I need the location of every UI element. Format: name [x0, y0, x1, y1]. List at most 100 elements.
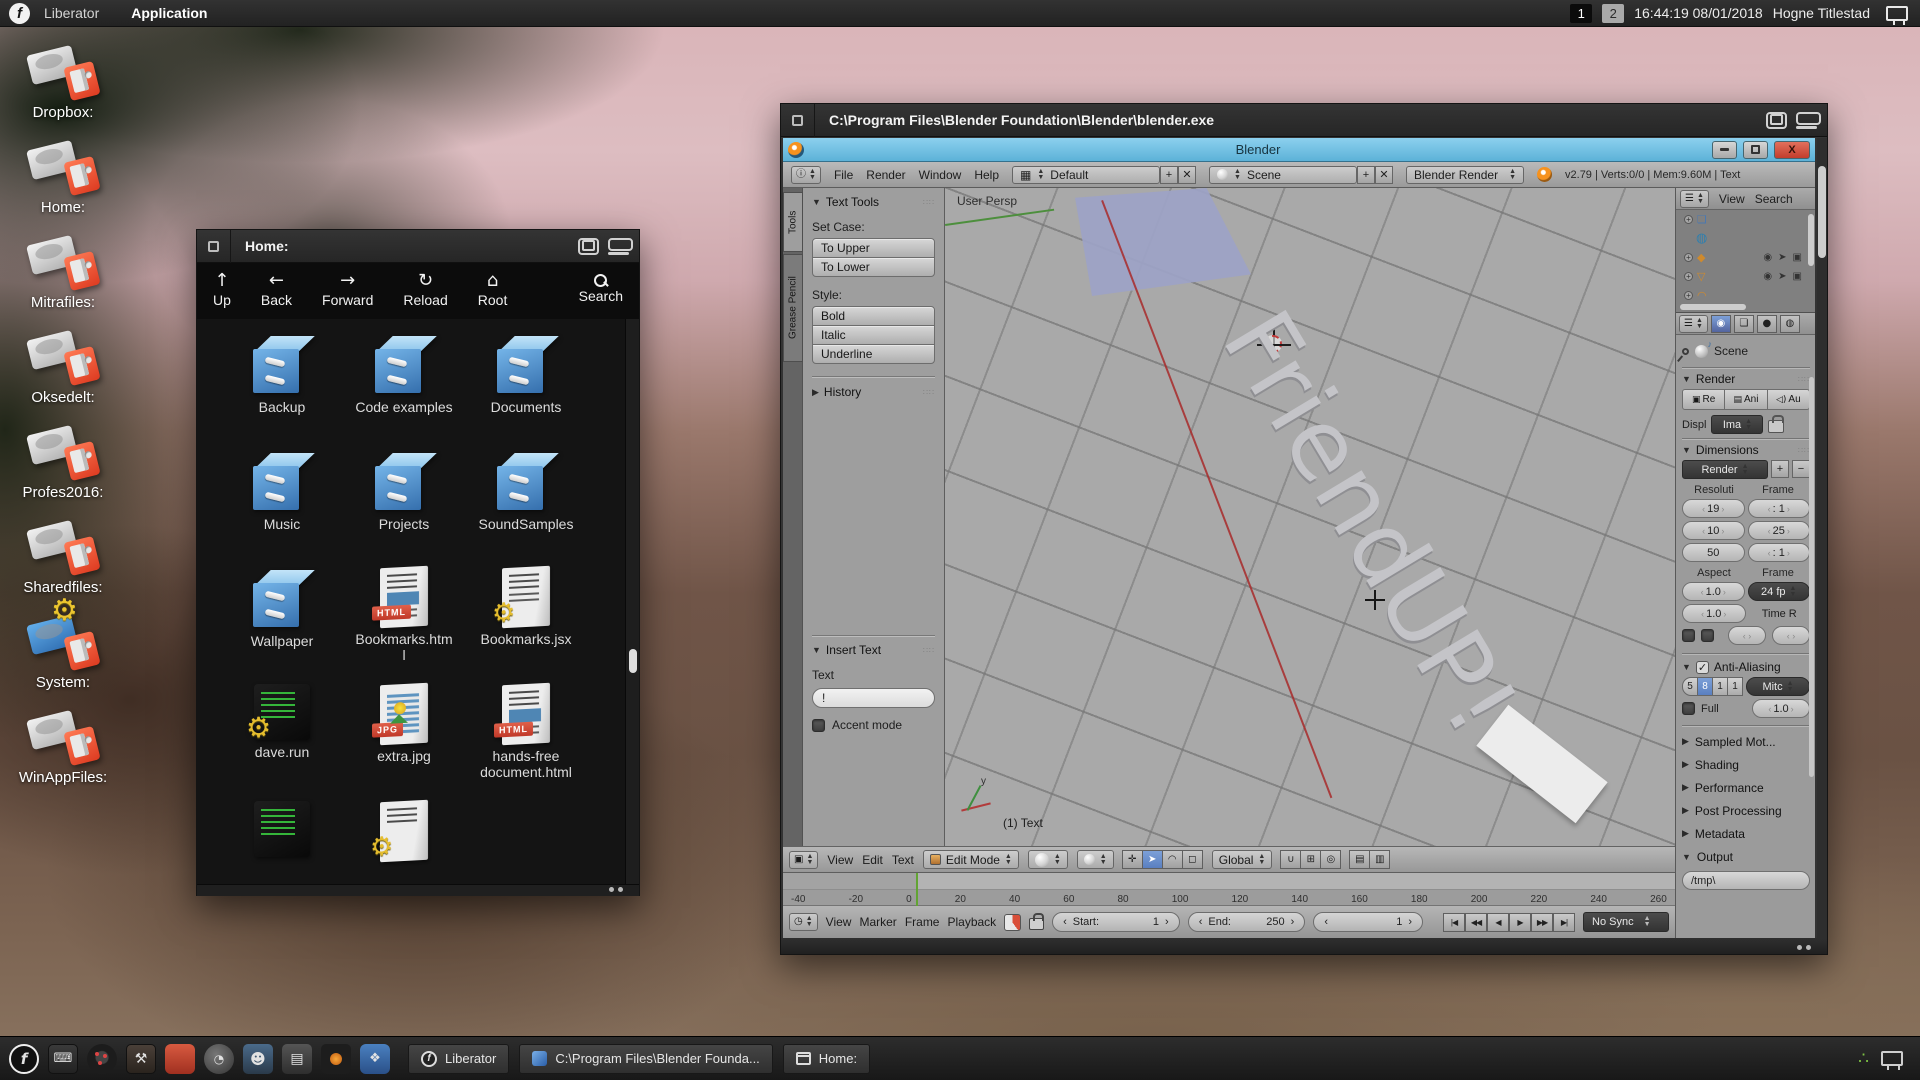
playhead[interactable] [916, 873, 918, 906]
expand-icon[interactable]: + [1684, 272, 1693, 281]
remove-preset-button[interactable]: − [1792, 460, 1810, 478]
blender-titlebar[interactable]: C:\Program Files\Blender Foundation\Blen… [781, 104, 1827, 137]
file-item-wallpaper[interactable]: Wallpaper [221, 567, 343, 684]
pin-icon[interactable] [1681, 346, 1691, 356]
expand-icon[interactable]: + [1684, 291, 1693, 300]
aspect-x-field[interactable]: ‹1.0› [1682, 582, 1745, 601]
file-item-extra-jpg[interactable]: JPGextra.jpg [343, 684, 465, 801]
editor-type-button[interactable]: ⓘ▲▼ [791, 166, 821, 184]
panel-grip-icon[interactable]: ∷∷ [923, 646, 935, 655]
display-icon[interactable] [1886, 6, 1908, 21]
printer-icon[interactable]: ▤ [282, 1044, 312, 1074]
tab-tools[interactable]: Tools [783, 192, 803, 252]
minimize-icon[interactable] [1796, 112, 1817, 129]
game-app-icon[interactable] [165, 1044, 195, 1074]
timeline-editor-type-button[interactable]: ◷▲▼ [789, 913, 818, 931]
to-upper-button[interactable]: To Upper [812, 238, 935, 258]
blender-close-button[interactable]: X [1774, 141, 1810, 159]
keyboard-icon[interactable]: ⌨ [48, 1044, 78, 1074]
tab-render-properties[interactable]: ◉ [1711, 315, 1731, 333]
desktop-icon-sharedfiles[interactable]: Sharedfiles: [10, 515, 116, 596]
proportional-edit-icon[interactable]: ◎ [1320, 850, 1341, 869]
jump-to-start-icon[interactable]: |◀ [1443, 913, 1465, 932]
task-liberator[interactable]: fLiberator [408, 1044, 509, 1074]
share-icon[interactable]: ∴ [1858, 1049, 1867, 1069]
window-depth-gadget-icon[interactable] [792, 115, 803, 126]
menu-file[interactable]: File [834, 168, 853, 182]
blender-resize-strip[interactable] [781, 938, 1827, 954]
render-opengl-icon[interactable]: ▤ [1349, 850, 1370, 869]
delete-scene-button[interactable]: ✕ [1375, 166, 1393, 184]
file-item-bookmarks-html[interactable]: HTMLBookmarks.html [343, 567, 465, 684]
lock-icon[interactable] [1029, 918, 1044, 930]
render-button[interactable]: ▣Re [1682, 389, 1725, 410]
reload-button[interactable]: ↻Reload [403, 270, 447, 308]
resolution-x-field[interactable]: ‹19› [1682, 499, 1745, 518]
desktop-icon-oksedelt[interactable]: Oksedelt: [10, 325, 116, 406]
underline-button[interactable]: Underline [812, 344, 935, 364]
border-checkbox[interactable] [1682, 629, 1695, 642]
file-item-dave-run[interactable]: ⚙dave.run [221, 684, 343, 801]
lock-interface-icon[interactable] [1768, 420, 1784, 433]
file-item-hands-free-document[interactable]: HTMLhands-free document.html [465, 684, 587, 801]
visibility-eye-icon[interactable]: ◉ [1763, 271, 1772, 282]
desktop-icon-system[interactable]: ⚙ System: [10, 610, 116, 691]
viewport-menu-text[interactable]: Text [892, 853, 914, 867]
auto-keyframe-icon[interactable] [1004, 914, 1021, 931]
shading-panel[interactable]: ▶Shading [1682, 753, 1810, 776]
tab-world-properties[interactable]: ◍ [1780, 315, 1800, 333]
window-depth-gadget-icon[interactable] [208, 241, 219, 252]
frame-end-field[interactable]: ‹25› [1748, 521, 1811, 540]
contacts-icon[interactable]: ☻ [243, 1044, 273, 1074]
tab-grease-pencil[interactable]: Grease Pencil [783, 254, 803, 362]
tools-icon[interactable]: ⚒ [126, 1044, 156, 1074]
anti-aliasing-panel-header[interactable]: ▼ ✓ Anti-Aliasing [1682, 660, 1810, 674]
screen-layout-selector[interactable]: ▦▲▼Default [1012, 166, 1160, 184]
dimensions-panel-header[interactable]: ▼Dimensions∷∷ [1682, 443, 1810, 457]
blender-minimize-button[interactable] [1712, 141, 1737, 159]
root-button[interactable]: ⌂Root [478, 270, 508, 308]
restore-icon[interactable] [1766, 112, 1787, 129]
output-path-field[interactable]: /tmp\ [1682, 871, 1810, 890]
menu-liberator[interactable]: Liberator [44, 5, 99, 21]
forward-button[interactable]: →Forward [322, 270, 373, 308]
timeline-menu-playback[interactable]: Playback [947, 915, 996, 929]
renderable-camera-icon[interactable]: ▣ [1793, 271, 1802, 282]
file-item-soundsamples[interactable]: SoundSamples [465, 450, 587, 567]
timeline-menu-view[interactable]: View [826, 915, 852, 929]
aa-samples-16[interactable]: 1 [1727, 677, 1743, 696]
friend-logo-icon[interactable]: f [9, 3, 30, 24]
italic-button[interactable]: Italic [812, 325, 935, 345]
desktop-icon-profes2016[interactable]: Profes2016: [10, 420, 116, 501]
frame-start-field[interactable]: ‹: 1› [1748, 499, 1811, 518]
minimize-icon[interactable] [608, 238, 629, 255]
add-preset-button[interactable]: + [1771, 460, 1789, 478]
time-remap-new-field[interactable]: ‹ › [1772, 626, 1810, 645]
tab-render-layers[interactable]: ❏ [1734, 315, 1754, 333]
snap-magnet-icon[interactable]: ∪ [1280, 850, 1301, 869]
menu-render[interactable]: Render [866, 168, 905, 182]
aa-filter-selector[interactable]: Mitc▲▼ [1746, 677, 1810, 696]
file-item-partial[interactable]: ⚙ [343, 801, 465, 884]
delete-layout-button[interactable]: ✕ [1178, 166, 1196, 184]
desktop-icon-winappfiles[interactable]: WinAppFiles: [10, 705, 116, 786]
viewport-editor-type-button[interactable]: ▣▲▼ [789, 851, 818, 869]
add-layout-button[interactable]: + [1160, 166, 1178, 184]
timeline-menu-marker[interactable]: Marker [859, 915, 896, 929]
friend-logo-icon[interactable]: f [9, 1044, 39, 1074]
viewport-shading-selector[interactable]: ▲▼ [1028, 850, 1068, 869]
scale-manipulator-icon[interactable]: ◻ [1182, 850, 1203, 869]
desktop-icon-home[interactable]: Home: [10, 135, 116, 216]
home-titlebar[interactable]: Home: [197, 230, 639, 263]
translate-manipulator-icon[interactable]: ➤ [1142, 850, 1163, 869]
aspect-y-field[interactable]: ‹1.0› [1682, 604, 1746, 623]
desktop-icon-dropbox[interactable]: Dropbox: [10, 40, 116, 121]
jump-to-end-icon[interactable]: ▶| [1553, 913, 1575, 932]
history-panel-header[interactable]: ▶History∷∷ [812, 385, 935, 399]
frame-step-field[interactable]: ‹: 1› [1748, 543, 1811, 562]
frame-rate-selector[interactable]: 24 fp▲▼ [1748, 582, 1811, 601]
play-icon[interactable]: ▶ [1509, 913, 1531, 932]
desktop-icon-mitrafiles[interactable]: Mitrafiles: [10, 230, 116, 311]
web-app-icon[interactable]: ◔ [204, 1044, 234, 1074]
post-processing-panel[interactable]: ▶Post Processing [1682, 799, 1810, 822]
